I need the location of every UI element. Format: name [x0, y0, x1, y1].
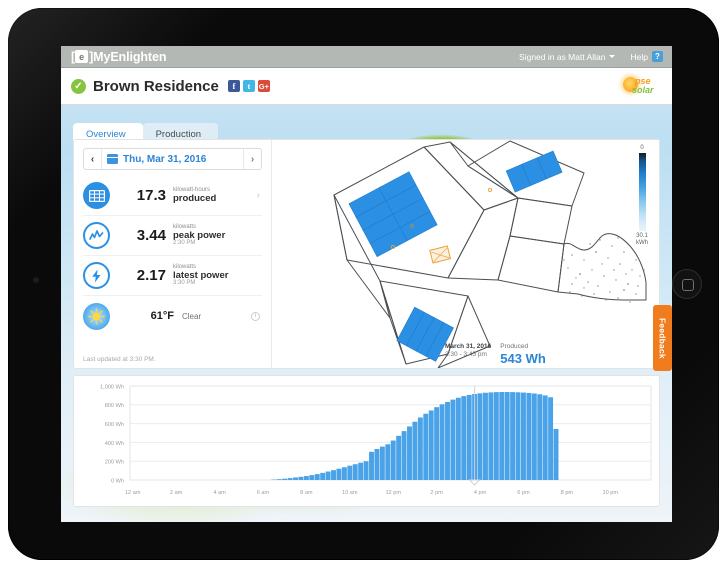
chevron-down-icon — [608, 55, 615, 58]
tooltip-produced: Produced 543 Wh — [500, 343, 546, 367]
solar-array-left — [348, 171, 438, 258]
app-header: ✓ Brown Residence f t G+ pse solar — [61, 68, 672, 105]
calendar-icon — [107, 154, 118, 164]
peak-power-icon — [83, 222, 110, 249]
skylight-marker — [429, 245, 452, 264]
legend-gradient-bar — [638, 153, 646, 231]
help-link[interactable]: Help ? — [631, 51, 663, 62]
metric-row-peak-power: 3.44 kilowatts peak power 2:30 PM — [83, 216, 262, 256]
next-day-button[interactable]: › — [243, 149, 261, 169]
overview-card: ‹ Thu, Mar 31, 2016 › 17.3 kilowatt-hour… — [73, 139, 672, 371]
weather-temperature: 61°F — [150, 310, 174, 322]
signed-in-label: Signed in as Matt Allan — [519, 51, 606, 62]
tooltip-produced-value: 543 Wh — [500, 351, 546, 367]
metric-label-peak-power: peak power — [173, 229, 226, 241]
metric-text-produced: kilowatt-hours produced — [173, 187, 216, 203]
production-legend: 0 30.1 kWh — [633, 145, 651, 247]
twitter-icon[interactable]: t — [242, 80, 255, 92]
brand-logo[interactable]: [e] MyEnlighten — [71, 50, 166, 64]
svg-text:2 pm: 2 pm — [430, 490, 443, 496]
legend-max-label: 30.1 kWh — [636, 233, 648, 246]
facebook-icon[interactable]: f — [227, 80, 240, 92]
page-title: Brown Residence — [93, 77, 219, 95]
svg-text:10 pm: 10 pm — [603, 490, 619, 496]
svg-text:2 am: 2 am — [170, 490, 183, 496]
peak-power-glyph — [89, 230, 104, 240]
date-picker[interactable]: ‹ Thu, Mar 31, 2016 › — [83, 148, 262, 170]
feedback-label: Feedback — [657, 317, 668, 359]
metric-text-latest-power: kilowatts latest power 3:30 PM — [173, 264, 228, 287]
metric-value-produced: 17.3 — [136, 187, 166, 204]
solar-array-upper-right — [505, 150, 563, 193]
enlighten-e-icon: e — [75, 50, 89, 63]
info-icon[interactable]: i — [251, 311, 260, 321]
metric-row-latest-power: 2.17 kilowatts latest power 3:30 PM — [83, 256, 262, 296]
help-label: Help — [630, 51, 648, 62]
google-plus-icon[interactable]: G+ — [257, 80, 270, 92]
legend-min-label: 0 — [640, 145, 644, 151]
metric-label-latest-power: latest power — [173, 269, 229, 281]
partner-solar-logo: pse solar — [620, 74, 662, 98]
topbar-right-group: Signed in as Matt Allan Help ? — [519, 51, 663, 62]
feedback-tab[interactable]: Feedback — [653, 305, 672, 371]
tablet-device-frame: [e] MyEnlighten Signed in as Matt Allan H… — [8, 8, 719, 560]
social-share-group: f t G+ — [227, 80, 270, 92]
svg-text:12 am: 12 am — [125, 490, 141, 496]
svg-text:800 Wh: 800 Wh — [105, 403, 124, 409]
svg-text:0 Wh: 0 Wh — [111, 478, 124, 484]
weather-condition: Clear — [182, 311, 202, 321]
svg-text:6 am: 6 am — [257, 490, 270, 496]
last-updated-text: Last updated at 3:30 PM. — [83, 356, 156, 363]
chart-tooltip: March 31, 2016 3:30 - 3:45 pm Produced 5… — [445, 343, 546, 367]
tooltip-time-range: 3:30 - 3:45 pm — [445, 351, 487, 359]
brand-name: MyEnlighten — [93, 49, 167, 64]
metric-time-latest-power: 3:30 PM — [173, 280, 196, 287]
app-topbar: [e] MyEnlighten Signed in as Matt Allan H… — [61, 46, 672, 68]
svg-text:12 pm: 12 pm — [385, 490, 401, 496]
svg-text:10 am: 10 am — [342, 490, 358, 496]
roof-array-map[interactable]: 0 30.1 kWh — [272, 140, 659, 368]
status-ok-icon: ✓ — [71, 78, 86, 94]
metric-text-peak-power: kilowatts peak power 2:30 PM — [173, 224, 225, 247]
roof-marker-2 — [487, 187, 493, 193]
tooltip-datetime: March 31, 2016 3:30 - 3:45 pm — [445, 343, 491, 367]
svg-text:1,000 Wh: 1,000 Wh — [100, 384, 124, 390]
home-button-glyph — [682, 279, 694, 291]
tooltip-date: March 31, 2016 — [445, 343, 492, 350]
summary-panel: ‹ Thu, Mar 31, 2016 › 17.3 kilowatt-hour… — [74, 140, 272, 368]
svg-text:4 am: 4 am — [213, 490, 226, 496]
metric-row-produced[interactable]: 17.3 kilowatt-hours produced › — [83, 176, 262, 216]
partner-logo-bottom-text: solar — [632, 85, 654, 95]
metric-time-peak-power: 2:30 PM — [173, 240, 196, 247]
production-chart-card: March 31, 2016 3:30 - 3:45 pm Produced 5… — [73, 343, 660, 507]
question-mark-icon: ? — [652, 51, 663, 62]
home-button[interactable] — [672, 269, 702, 299]
signed-in-menu[interactable]: Signed in as Matt Allan — [519, 51, 615, 62]
svg-text:8 pm: 8 pm — [561, 490, 574, 496]
metric-value-peak-power: 3.44 — [136, 227, 166, 244]
latest-power-icon — [83, 262, 110, 289]
svg-text:6 pm: 6 pm — [517, 490, 530, 496]
tooltip-produced-label: Produced — [500, 343, 529, 350]
metric-row-weather: 61°F Clear i — [83, 296, 262, 336]
metric-label-produced: produced — [173, 192, 217, 204]
svg-text:4 pm: 4 pm — [474, 490, 487, 496]
solar-panel-icon — [83, 182, 110, 209]
roof-map-svg — [333, 140, 647, 368]
solar-panel-glyph — [88, 189, 105, 202]
svg-text:8 am: 8 am — [300, 490, 313, 496]
production-bar-chart[interactable]: 0 Wh 200 Wh 400 Wh 600 Wh 800 Wh 1,000 Wh 12 a… — [74, 376, 659, 506]
svg-text:200 Wh: 200 Wh — [105, 460, 124, 466]
sun-icon — [83, 302, 110, 330]
tablet-screen: [e] MyEnlighten Signed in as Matt Allan H… — [61, 46, 672, 522]
front-camera — [33, 277, 39, 283]
chevron-right-icon[interactable]: › — [257, 190, 260, 201]
metric-value-latest-power: 2.17 — [136, 267, 166, 284]
svg-text:600 Wh: 600 Wh — [105, 422, 124, 428]
prev-day-button[interactable]: ‹ — [84, 149, 102, 169]
svg-text:400 Wh: 400 Wh — [105, 441, 124, 447]
sun-glyph — [88, 307, 105, 325]
date-value: Thu, Mar 31, 2016 — [123, 153, 207, 165]
lightning-bolt-glyph — [92, 269, 101, 282]
